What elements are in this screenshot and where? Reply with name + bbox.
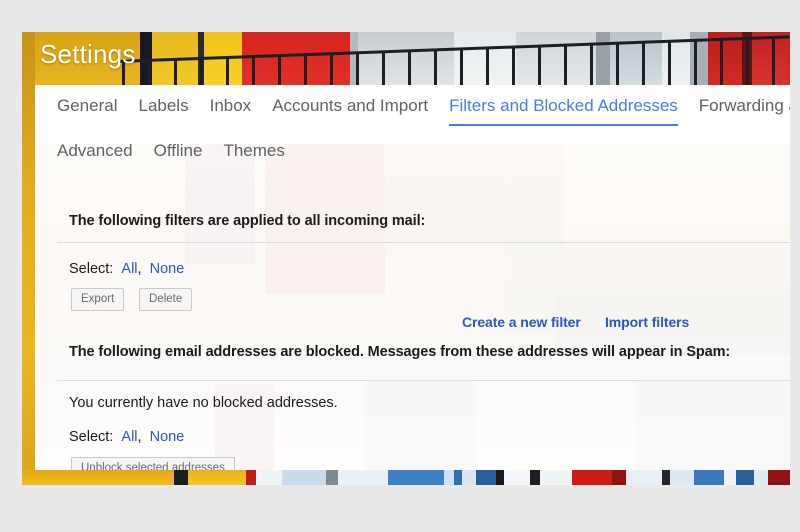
filters-select-label: Select:	[69, 261, 114, 277]
banner-red-panel-1	[242, 32, 350, 85]
settings-tabs-row-secondary: Advanced Offline Themes	[35, 135, 306, 167]
delete-button[interactable]: Delete	[139, 288, 193, 311]
filters-select-all-link[interactable]: All	[121, 261, 137, 277]
blocked-select-separator: ,	[137, 429, 142, 445]
screenshot-canvas: Settings General Labels Inbox Accounts a…	[0, 0, 800, 532]
strip-blue-bar	[694, 470, 724, 485]
banner-railing-spindle	[408, 51, 411, 85]
strip-white-bar	[338, 470, 388, 485]
tab-offline[interactable]: Offline	[154, 135, 203, 171]
strip-blue-bar	[476, 470, 496, 485]
strip-gray-bar	[326, 470, 338, 485]
strip-dark-red-bar	[768, 470, 790, 485]
tab-accounts-and-import[interactable]: Accounts and Import	[272, 90, 428, 126]
strip-blue-bar	[736, 470, 754, 485]
strip-dark-post	[174, 470, 188, 485]
banner-railing-spindle	[382, 52, 385, 85]
banner-railing-spindle	[148, 61, 151, 85]
strip-white-bar	[724, 470, 736, 485]
tab-advanced[interactable]: Advanced	[57, 135, 133, 171]
settings-tabs-row-primary: General Labels Inbox Accounts and Import…	[35, 90, 790, 128]
unblock-selected-addresses-button[interactable]: Unblock selected addresses	[71, 457, 235, 470]
banner-railing-spindle	[278, 56, 281, 85]
banner-red-panel-3	[752, 32, 790, 85]
banner-railing-spindle	[486, 48, 489, 85]
strip-white-bar	[540, 470, 572, 485]
divider	[57, 242, 790, 243]
banner-railing-spindle	[512, 47, 515, 85]
theme-banner-photo	[22, 32, 790, 85]
tab-filters-and-blocked-addresses[interactable]: Filters and Blocked Addresses	[449, 90, 678, 126]
filters-select-separator: ,	[137, 261, 142, 277]
tab-inbox[interactable]: Inbox	[210, 90, 252, 126]
theme-bottom-photo-strip	[22, 470, 790, 485]
blocked-select-all-link[interactable]: All	[121, 429, 137, 445]
strip-red-bar	[572, 470, 612, 485]
banner-railing-spindle	[616, 43, 619, 85]
strip-pale-bar	[754, 470, 768, 485]
export-button[interactable]: Export	[71, 288, 125, 311]
banner-gray-panel-2	[516, 32, 596, 85]
blocked-select-row: Select: All, None	[69, 429, 184, 445]
banner-gap-2	[596, 32, 610, 85]
banner-railing-spindle	[746, 38, 749, 85]
settings-content-panel: The following filters are applied to all…	[35, 144, 790, 470]
strip-pale-bar	[444, 470, 454, 485]
banner-railing-spindle	[460, 49, 463, 85]
banner-railing-spindle	[200, 59, 203, 85]
banner-railing-spindle	[538, 46, 541, 85]
banner-railing-spindle	[564, 45, 567, 85]
tab-themes[interactable]: Themes	[223, 135, 284, 171]
divider	[57, 380, 790, 381]
banner-railing-spindle	[590, 44, 593, 85]
banner-railing-spindle	[694, 40, 697, 85]
strip-pale-blue-bar	[282, 470, 326, 485]
strip-blue-bar	[454, 470, 462, 485]
strip-dark-bar	[662, 470, 670, 485]
strip-dark-red-bar	[612, 470, 626, 485]
banner-railing-spindle	[434, 50, 437, 85]
strip-gold-band-2	[188, 470, 246, 485]
tab-general[interactable]: General	[57, 90, 117, 126]
strip-pale-bar	[670, 470, 694, 485]
strip-white-bar	[504, 470, 530, 485]
strip-white-bar	[626, 470, 662, 485]
theme-left-gutter	[22, 32, 35, 485]
strip-gold-band	[22, 470, 174, 485]
strip-white-bar	[256, 470, 282, 485]
strip-dark-bar	[496, 470, 504, 485]
blocked-select-label: Select:	[69, 429, 114, 445]
gmail-settings-window: Settings General Labels Inbox Accounts a…	[22, 32, 790, 485]
blocked-section-heading: The following email addresses are blocke…	[69, 344, 731, 360]
import-filters-link[interactable]: Import filters	[605, 314, 689, 330]
page-title: Settings	[40, 39, 136, 69]
banner-railing-spindle	[642, 42, 645, 85]
banner-railing-spindle	[720, 39, 723, 85]
banner-railing-spindle	[330, 54, 333, 85]
filters-select-row: Select: All, None	[69, 261, 184, 277]
strip-blue-bar	[388, 470, 444, 485]
strip-red-bar	[246, 470, 256, 485]
strip-dark-bar	[530, 470, 540, 485]
banner-gray-panel-1	[358, 32, 454, 85]
filters-select-none-link[interactable]: None	[150, 261, 185, 277]
banner-railing-spindle	[772, 37, 775, 85]
banner-railing-spindle	[356, 53, 359, 85]
filters-section-heading: The following filters are applied to all…	[69, 213, 426, 229]
banner-railing-spindle	[304, 55, 307, 85]
strip-pale-bar	[462, 470, 476, 485]
create-a-new-filter-link[interactable]: Create a new filter	[462, 314, 581, 330]
banner-white-panel-1	[454, 32, 516, 85]
tab-forwarding-and-pop-imap[interactable]: Forwarding and	[699, 90, 790, 126]
banner-railing-spindle	[252, 57, 255, 85]
blocked-select-none-link[interactable]: None	[150, 429, 185, 445]
banner-railing-spindle	[174, 60, 177, 85]
banner-railing-spindle	[226, 58, 229, 85]
banner-railing-spindle	[668, 41, 671, 85]
no-blocked-addresses-message: You currently have no blocked addresses.	[69, 395, 338, 411]
tab-labels[interactable]: Labels	[138, 90, 188, 126]
